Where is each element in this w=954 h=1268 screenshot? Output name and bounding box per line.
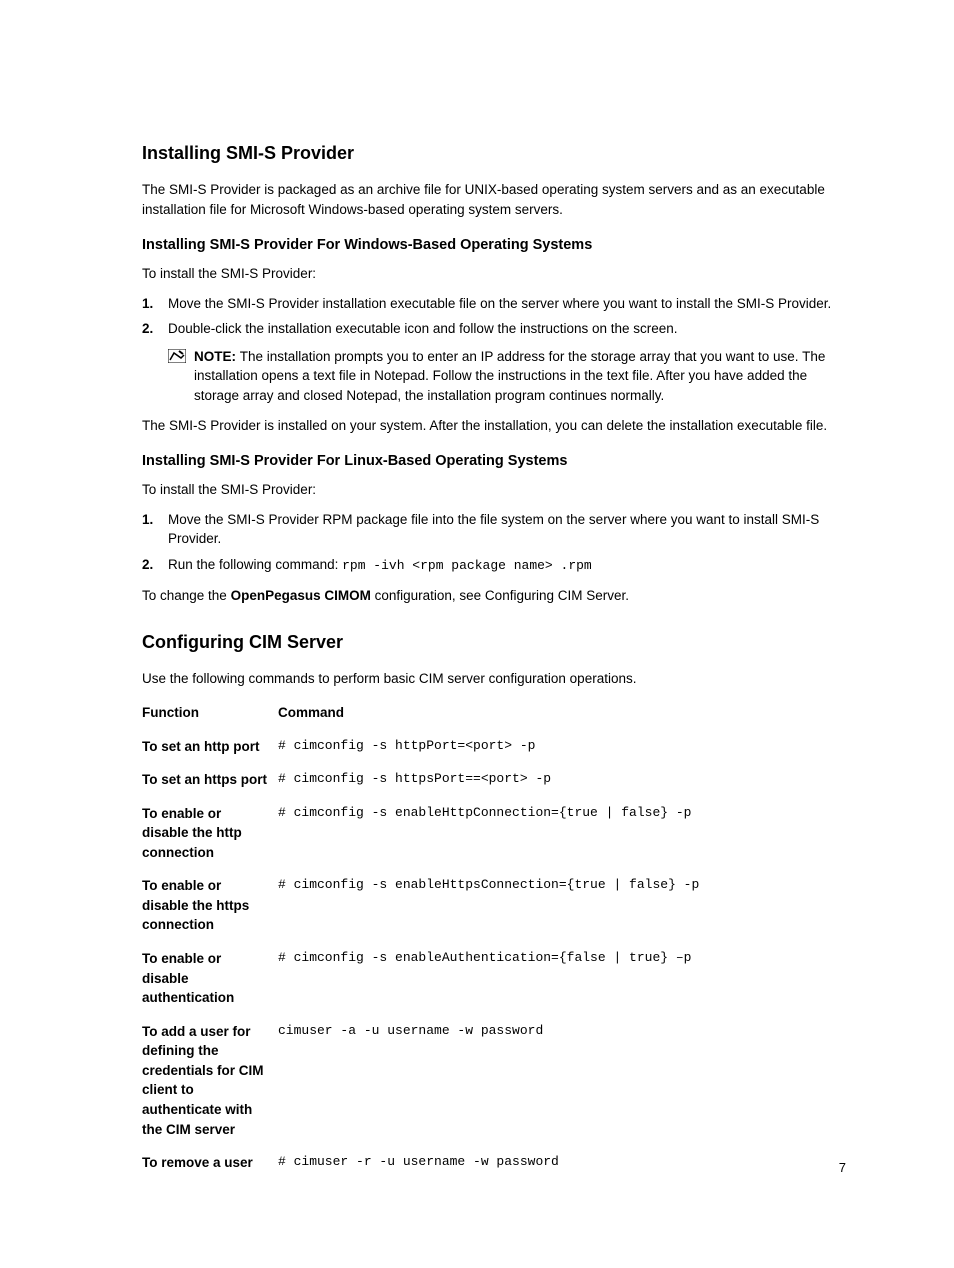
- step-number: 1.: [142, 510, 168, 549]
- function-cell: To set an http port: [142, 737, 278, 757]
- th-command: Command: [278, 703, 846, 723]
- step-text-prefix: Run the following command:: [168, 557, 342, 572]
- bold-span: OpenPegasus CIMOM: [231, 588, 371, 603]
- step-number: 2.: [142, 319, 168, 339]
- table-row: To enable or disable the https connectio…: [142, 876, 846, 935]
- function-cell: To enable or disable the https connectio…: [142, 876, 278, 935]
- table-row: To enable or disable authentication # ci…: [142, 949, 846, 1008]
- command-cell: # cimuser -r -u username -w password: [278, 1153, 846, 1173]
- windows-after: The SMI-S Provider is installed on your …: [142, 416, 846, 436]
- command-cell: # cimconfig -s httpsPort==<port> -p: [278, 770, 846, 790]
- function-cell: To enable or disable the http connection: [142, 804, 278, 863]
- th-function: Function: [142, 703, 278, 723]
- step-number: 1.: [142, 294, 168, 314]
- heading-configuring-cim: Configuring CIM Server: [142, 629, 846, 655]
- list-item: 2. Run the following command: rpm -ivh <…: [142, 555, 846, 576]
- note-text: NOTE: The installation prompts you to en…: [194, 347, 846, 406]
- list-item: 1. Move the SMI-S Provider RPM package f…: [142, 510, 846, 549]
- heading-windows: Installing SMI-S Provider For Windows-Ba…: [142, 235, 846, 256]
- step-text: Move the SMI-S Provider installation exe…: [168, 294, 831, 314]
- cim-intro: Use the following commands to perform ba…: [142, 669, 846, 689]
- step-text: Move the SMI-S Provider RPM package file…: [168, 510, 846, 549]
- command-text: rpm -ivh <rpm package name> .rpm: [342, 558, 592, 573]
- table-row: To add a user for defining the credentia…: [142, 1022, 846, 1139]
- heading-installing-smis: Installing SMI-S Provider: [142, 140, 846, 166]
- list-item: 2. Double-click the installation executa…: [142, 319, 846, 405]
- command-cell: # cimconfig -s enableHttpConnection={tru…: [278, 804, 846, 863]
- function-cell: To enable or disable authentication: [142, 949, 278, 1008]
- page-number: 7: [839, 1159, 846, 1178]
- note-block: NOTE: The installation prompts you to en…: [168, 347, 846, 406]
- table-row: To set an http port # cimconfig -s httpP…: [142, 737, 846, 757]
- command-cell: # cimconfig -s httpPort=<port> -p: [278, 737, 846, 757]
- heading-linux: Installing SMI-S Provider For Linux-Base…: [142, 451, 846, 472]
- command-cell: # cimconfig -s enableHttpsConnection={tr…: [278, 876, 846, 935]
- linux-after: To change the OpenPegasus CIMOM configur…: [142, 586, 846, 606]
- step-text: Run the following command: rpm -ivh <rpm…: [168, 555, 592, 576]
- windows-intro: To install the SMI-S Provider:: [142, 264, 846, 284]
- command-table: Function Command To set an http port # c…: [142, 703, 846, 1173]
- function-cell: To remove a user: [142, 1153, 278, 1173]
- command-cell: # cimconfig -s enableAuthentication={fal…: [278, 949, 846, 1008]
- text-span: To change the: [142, 588, 231, 603]
- step-number: 2.: [142, 555, 168, 576]
- table-row: To remove a user # cimuser -r -u usernam…: [142, 1153, 846, 1173]
- note-icon: [168, 349, 186, 363]
- function-cell: To add a user for defining the credentia…: [142, 1022, 278, 1139]
- table-header-row: Function Command: [142, 703, 846, 723]
- windows-steps-list: 1. Move the SMI-S Provider installation …: [142, 294, 846, 406]
- function-cell: To set an https port: [142, 770, 278, 790]
- linux-steps-list: 1. Move the SMI-S Provider RPM package f…: [142, 510, 846, 576]
- intro-paragraph: The SMI-S Provider is packaged as an arc…: [142, 180, 846, 219]
- table-row: To set an https port # cimconfig -s http…: [142, 770, 846, 790]
- table-row: To enable or disable the http connection…: [142, 804, 846, 863]
- note-body: The installation prompts you to enter an…: [194, 349, 825, 403]
- command-cell: cimuser -a -u username -w password: [278, 1022, 846, 1139]
- list-item: 1. Move the SMI-S Provider installation …: [142, 294, 846, 314]
- step-text: Double-click the installation executable…: [168, 319, 678, 339]
- text-span: configuration, see Configuring CIM Serve…: [371, 588, 629, 603]
- note-label: NOTE:: [194, 349, 240, 364]
- linux-intro: To install the SMI-S Provider:: [142, 480, 846, 500]
